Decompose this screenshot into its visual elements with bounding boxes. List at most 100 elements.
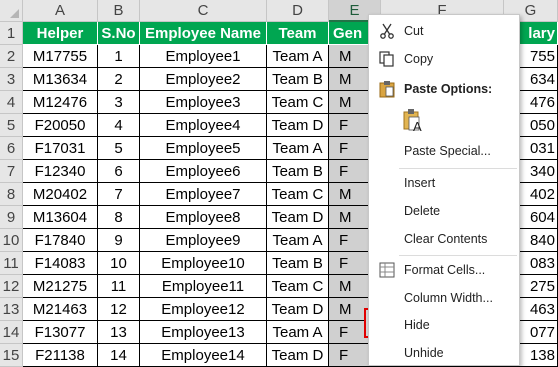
row-header[interactable]: 13 bbox=[0, 298, 23, 321]
cell-sno[interactable]: 12 bbox=[98, 298, 140, 321]
cell-helper[interactable]: M20402 bbox=[23, 183, 98, 206]
row-header[interactable]: 7 bbox=[0, 160, 23, 183]
cell-employee-name[interactable]: Employee7 bbox=[140, 183, 267, 206]
cell-sno[interactable]: 14 bbox=[98, 344, 140, 367]
cell-sno[interactable]: 1 bbox=[98, 45, 140, 68]
column-header-b[interactable]: B bbox=[98, 0, 140, 22]
menu-item-cut[interactable]: Cut bbox=[369, 17, 519, 45]
cell-helper[interactable]: F14083 bbox=[23, 252, 98, 275]
cell-team[interactable]: Team A bbox=[267, 137, 329, 160]
cell-sno[interactable]: 8 bbox=[98, 206, 140, 229]
cell-team[interactable]: Team B bbox=[267, 252, 329, 275]
cell-helper[interactable]: M21463 bbox=[23, 298, 98, 321]
cell-sno[interactable]: 13 bbox=[98, 321, 140, 344]
cell-employee-name[interactable]: Employee8 bbox=[140, 206, 267, 229]
menu-item-unhide[interactable]: Unhide bbox=[369, 339, 519, 367]
cell-team[interactable]: Team A bbox=[267, 229, 329, 252]
column-header-a[interactable]: A bbox=[23, 0, 98, 22]
cell-helper[interactable]: M13634 bbox=[23, 68, 98, 91]
menu-item-paste-special-label: Paste Special... bbox=[404, 144, 491, 158]
cell-team[interactable]: Team C bbox=[267, 183, 329, 206]
row-header[interactable]: 10 bbox=[0, 229, 23, 252]
cell-team[interactable]: Team B bbox=[267, 160, 329, 183]
row-header[interactable]: 15 bbox=[0, 344, 23, 367]
cell-employee-name[interactable]: Employee10 bbox=[140, 252, 267, 275]
paste-option-button[interactable]: A bbox=[369, 105, 519, 137]
cell-employee-name[interactable]: Employee14 bbox=[140, 344, 267, 367]
cell-helper[interactable]: M13604 bbox=[23, 206, 98, 229]
menu-item-paste-special[interactable]: Paste Special... bbox=[369, 137, 519, 165]
cell-helper[interactable]: F12340 bbox=[23, 160, 98, 183]
cell-sno[interactable]: 10 bbox=[98, 252, 140, 275]
row-header[interactable]: 14 bbox=[0, 321, 23, 344]
header-cell-sno[interactable]: S.No bbox=[98, 22, 140, 45]
cell-helper[interactable]: F20050 bbox=[23, 114, 98, 137]
cell-employee-name[interactable]: Employee3 bbox=[140, 91, 267, 114]
cell-team[interactable]: Team C bbox=[267, 91, 329, 114]
menu-item-copy-label: Copy bbox=[404, 52, 434, 66]
header-cell-team[interactable]: Team bbox=[267, 22, 329, 45]
cell-team[interactable]: Team D bbox=[267, 298, 329, 321]
row-header[interactable]: 5 bbox=[0, 114, 23, 137]
cell-employee-name[interactable]: Employee13 bbox=[140, 321, 267, 344]
menu-item-delete[interactable]: Delete bbox=[369, 197, 519, 225]
cell-helper[interactable]: M17755 bbox=[23, 45, 98, 68]
row-header[interactable]: 2 bbox=[0, 45, 23, 68]
header-cell-helper[interactable]: Helper bbox=[23, 22, 98, 45]
menu-item-clear-contents-label: Clear Contents bbox=[404, 232, 488, 246]
cell-sno[interactable]: 4 bbox=[98, 114, 140, 137]
cell-sno[interactable]: 2 bbox=[98, 68, 140, 91]
cell-helper[interactable]: M21275 bbox=[23, 275, 98, 298]
cell-sno[interactable]: 3 bbox=[98, 91, 140, 114]
column-header-c[interactable]: C bbox=[140, 0, 267, 22]
cell-employee-name[interactable]: Employee1 bbox=[140, 45, 267, 68]
cell-helper[interactable]: F17031 bbox=[23, 137, 98, 160]
column-header-d[interactable]: D bbox=[267, 0, 329, 22]
cell-team[interactable]: Team D bbox=[267, 344, 329, 367]
cell-team[interactable]: Team D bbox=[267, 114, 329, 137]
menu-item-insert-label: Insert bbox=[404, 176, 436, 190]
row-header[interactable]: 8 bbox=[0, 183, 23, 206]
row-header[interactable]: 12 bbox=[0, 275, 23, 298]
cell-team[interactable]: Team D bbox=[267, 206, 329, 229]
row-header[interactable]: 6 bbox=[0, 137, 23, 160]
cell-helper[interactable]: F17840 bbox=[23, 229, 98, 252]
menu-item-hide[interactable]: Hide bbox=[369, 311, 519, 339]
cell-employee-name[interactable]: Employee9 bbox=[140, 229, 267, 252]
select-all-corner[interactable] bbox=[0, 0, 23, 22]
cell-sno[interactable]: 6 bbox=[98, 160, 140, 183]
menu-item-column-width[interactable]: Column Width... bbox=[369, 284, 519, 312]
menu-item-format-cells[interactable]: Format Cells... bbox=[369, 256, 519, 284]
paste-options-label: Paste Options: bbox=[404, 82, 493, 96]
cell-employee-name[interactable]: Employee11 bbox=[140, 275, 267, 298]
cell-sno[interactable]: 9 bbox=[98, 229, 140, 252]
cell-team[interactable]: Team A bbox=[267, 321, 329, 344]
cell-team[interactable]: Team C bbox=[267, 275, 329, 298]
cell-sno[interactable]: 11 bbox=[98, 275, 140, 298]
header-cell-employee-name[interactable]: Employee Name bbox=[140, 22, 267, 45]
row-header[interactable]: 11 bbox=[0, 252, 23, 275]
cell-employee-name[interactable]: Employee6 bbox=[140, 160, 267, 183]
menu-item-insert[interactable]: Insert bbox=[369, 169, 519, 197]
cell-helper[interactable]: F13077 bbox=[23, 321, 98, 344]
menu-item-copy[interactable]: Copy bbox=[369, 45, 519, 73]
cell-team[interactable]: Team B bbox=[267, 68, 329, 91]
cell-employee-name[interactable]: Employee2 bbox=[140, 68, 267, 91]
cell-team[interactable]: Team A bbox=[267, 45, 329, 68]
row-header[interactable]: 4 bbox=[0, 91, 23, 114]
cell-employee-name[interactable]: Employee5 bbox=[140, 137, 267, 160]
cell-sno[interactable]: 5 bbox=[98, 137, 140, 160]
cell-sno[interactable]: 7 bbox=[98, 183, 140, 206]
cell-employee-name[interactable]: Employee12 bbox=[140, 298, 267, 321]
menu-item-clear-contents[interactable]: Clear Contents bbox=[369, 225, 519, 253]
cell-helper[interactable]: F21138 bbox=[23, 344, 98, 367]
cell-employee-name[interactable]: Employee4 bbox=[140, 114, 267, 137]
row-header[interactable]: 1 bbox=[0, 22, 23, 45]
cell-helper[interactable]: M12476 bbox=[23, 91, 98, 114]
menu-item-delete-label: Delete bbox=[404, 204, 441, 218]
menu-item-format-cells-label: Format Cells... bbox=[404, 263, 486, 277]
menu-item-column-width-label: Column Width... bbox=[404, 291, 493, 305]
row-header[interactable]: 3 bbox=[0, 68, 23, 91]
row-header[interactable]: 9 bbox=[0, 206, 23, 229]
menu-item-unhide-label: Unhide bbox=[404, 346, 444, 360]
